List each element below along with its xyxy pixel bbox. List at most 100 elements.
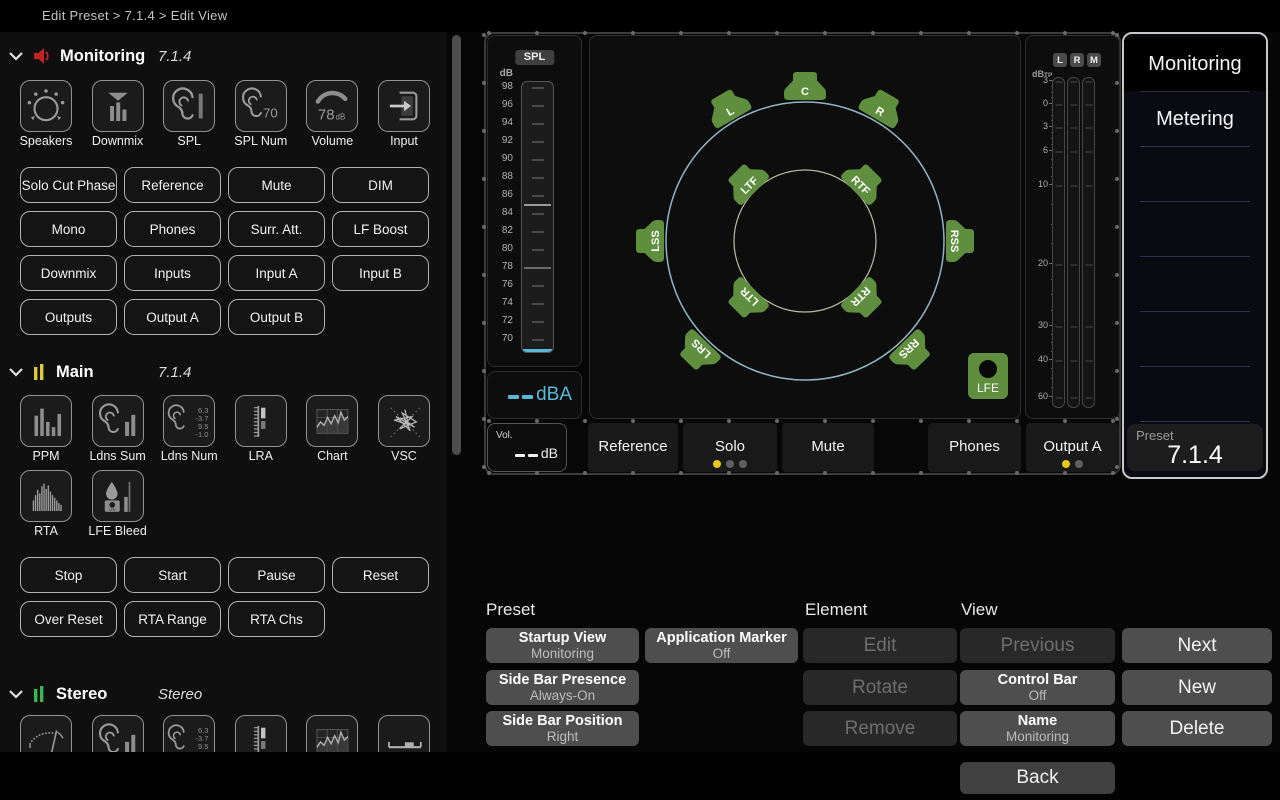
view-control-bar-button[interactable]: Control BarOff <box>960 670 1115 705</box>
preset-startup-view-button[interactable]: Startup ViewMonitoring <box>486 628 639 663</box>
sidebar-view-item-monitoring[interactable]: Monitoring <box>1124 37 1266 91</box>
volume-readout-panel[interactable]: Vol. dB <box>487 423 567 472</box>
sidebar-view-item-empty[interactable] <box>1124 257 1266 311</box>
speaker-LTF[interactable]: LTF <box>721 157 770 206</box>
sidebar-preset-box[interactable]: Preset 7.1.4 <box>1127 424 1263 471</box>
tool-tile-ldns-num-icon[interactable]: 6.3 -3.7 9.5 -1.0 <box>163 715 215 753</box>
grid-anchor-dot <box>482 225 486 229</box>
control-bar-mute[interactable]: Mute <box>782 423 874 472</box>
tile-label: PPM <box>20 449 72 465</box>
ppm-meter-tick <box>1070 326 1077 328</box>
monitoring-button-mono[interactable]: Mono <box>20 211 117 247</box>
tool-tile-ppm[interactable]: PPM <box>20 395 72 465</box>
monitoring-button-input-a[interactable]: Input A <box>228 255 325 291</box>
speaker-LTR[interactable]: LTR <box>721 276 770 325</box>
monitoring-button-output-b[interactable]: Output B <box>228 299 325 335</box>
grid-anchor-dot <box>727 31 731 35</box>
monitoring-button-downmix[interactable]: Downmix <box>20 255 117 291</box>
main-button-pause[interactable]: Pause <box>228 557 325 593</box>
spl-meter-panel[interactable]: SPL dB 989694929088868482807876747270 <box>487 35 582 367</box>
control-bar-output-a[interactable]: Output A <box>1026 423 1119 472</box>
monitoring-button-input-b[interactable]: Input B <box>332 255 429 291</box>
tool-tile-volume[interactable]: 78dBVolume <box>306 80 358 150</box>
tool-tile-speakers[interactable]: Speakers <box>20 80 72 150</box>
tool-tile-rta[interactable]: RTA <box>20 470 72 540</box>
main-button-start[interactable]: Start <box>124 557 221 593</box>
tile-label: SPL Num <box>235 134 287 150</box>
control-bar-phones[interactable]: Phones <box>928 423 1021 472</box>
speaker-R[interactable]: R <box>857 84 907 129</box>
tool-tile-vsc[interactable]: VSC <box>378 395 430 465</box>
tool-tile-ldns-sum[interactable]: Ldns Sum <box>92 395 144 465</box>
tool-tile-downmix[interactable]: Downmix <box>92 80 144 150</box>
monitoring-button-output-a[interactable]: Output A <box>124 299 221 335</box>
control-bar-reference[interactable]: Reference <box>588 423 678 472</box>
speaker-LSS[interactable]: LSS <box>636 220 664 262</box>
view-name-button[interactable]: NameMonitoring <box>960 711 1115 746</box>
status-dot-off <box>1075 460 1083 468</box>
tool-tile-lra[interactable]: LRA <box>235 395 287 465</box>
setting-title: Control Bar <box>998 672 1078 688</box>
speaker-RTF[interactable]: RTF <box>840 157 889 206</box>
monitoring-button-solo-cut-phase[interactable]: Solo Cut Phase <box>20 167 117 203</box>
sidebar-view-item-metering[interactable]: Metering <box>1124 92 1266 146</box>
monitoring-button-reference[interactable]: Reference <box>124 167 221 203</box>
control-bar-solo[interactable]: Solo <box>683 423 777 472</box>
preset-sidebar-presence-button[interactable]: Side Bar PresenceAlways-On <box>486 670 639 705</box>
view-next-button[interactable]: Next <box>1122 628 1272 663</box>
main-button-stop[interactable]: Stop <box>20 557 117 593</box>
monitoring-button-surr--att-[interactable]: Surr. Att. <box>228 211 325 247</box>
ppm-meters-panel[interactable]: LRMdBTP30361020304060 <box>1025 35 1120 419</box>
view-delete-button[interactable]: Delete <box>1122 711 1272 746</box>
monitoring-button-lf-boost[interactable]: LF Boost <box>332 211 429 247</box>
spl-reference-marker <box>524 204 551 206</box>
monitoring-button-outputs[interactable]: Outputs <box>20 299 117 335</box>
tool-tile-ldns-num[interactable]: 6.3 -3.7 9.5 -1.0Ldns Num <box>163 395 215 465</box>
chevron-down-icon[interactable] <box>8 365 24 379</box>
back-button[interactable]: Back <box>960 762 1115 794</box>
tool-tile-input[interactable]: Input <box>378 80 430 150</box>
speaker-layout-panel[interactable]: C L R LSS RSS LRS RRS LTF RTF LTR RTR LF… <box>589 35 1021 419</box>
speaker-C[interactable]: C <box>784 72 826 100</box>
sidebar-view-item-empty[interactable] <box>1124 202 1266 256</box>
main-button-reset[interactable]: Reset <box>332 557 429 593</box>
grid-anchor-dot <box>535 31 539 35</box>
tool-tile-vu-icon[interactable] <box>20 715 72 753</box>
preset-application-marker-button[interactable]: Application MarkerOff <box>645 628 798 663</box>
main-button-rta-range[interactable]: RTA Range <box>124 601 221 637</box>
ppm-meter-tick <box>1055 81 1062 83</box>
sidebar-view-item-empty[interactable] <box>1124 367 1266 421</box>
tool-tile-chart[interactable]: Chart <box>306 395 358 465</box>
speaker-LRS[interactable]: LRS <box>672 328 722 377</box>
chevron-down-icon[interactable] <box>8 49 24 63</box>
svg-text:LSS: LSS <box>650 230 662 251</box>
tool-tile-lfe-bleed[interactable]: LFE LFE Bleed <box>92 470 144 540</box>
dba-readout-panel[interactable]: dBA <box>487 371 582 419</box>
tool-tile-ldns-sum-icon[interactable] <box>92 715 144 753</box>
setting-value: Right <box>547 729 579 744</box>
preset-sidebar-position-button[interactable]: Side Bar PositionRight <box>486 711 639 746</box>
status-dots <box>1026 460 1119 468</box>
main-button-rta-chs[interactable]: RTA Chs <box>228 601 325 637</box>
speaker-LFE[interactable]: LFE <box>968 353 1008 399</box>
sidebar-view-item-empty[interactable] <box>1124 312 1266 366</box>
monitoring-button-inputs[interactable]: Inputs <box>124 255 221 291</box>
monitoring-button-dim[interactable]: DIM <box>332 167 429 203</box>
tool-tile-spl[interactable]: SPL <box>163 80 215 150</box>
ppm-scale-label: 10 <box>1026 179 1048 189</box>
tool-tile-spl-num[interactable]: 70SPL Num <box>235 80 287 150</box>
monitoring-button-phones[interactable]: Phones <box>124 211 221 247</box>
main-button-over-reset[interactable]: Over Reset <box>20 601 117 637</box>
speaker-L[interactable]: L <box>702 84 752 129</box>
tool-tile-correlation-icon[interactable] <box>378 715 430 753</box>
chevron-down-icon[interactable] <box>8 687 24 701</box>
speaker-RSS[interactable]: RSS <box>946 220 974 262</box>
speaker-RTR[interactable]: RTR <box>840 276 889 325</box>
sidebar-view-item-empty[interactable] <box>1124 147 1266 201</box>
tool-tile-chart-icon[interactable] <box>306 715 358 753</box>
left-panel-scrollbar[interactable] <box>452 35 461 455</box>
tool-tile-lra-icon[interactable] <box>235 715 287 753</box>
monitoring-button-mute[interactable]: Mute <box>228 167 325 203</box>
view-new-button[interactable]: New <box>1122 670 1272 705</box>
speaker-RRS[interactable]: RRS <box>888 328 938 377</box>
